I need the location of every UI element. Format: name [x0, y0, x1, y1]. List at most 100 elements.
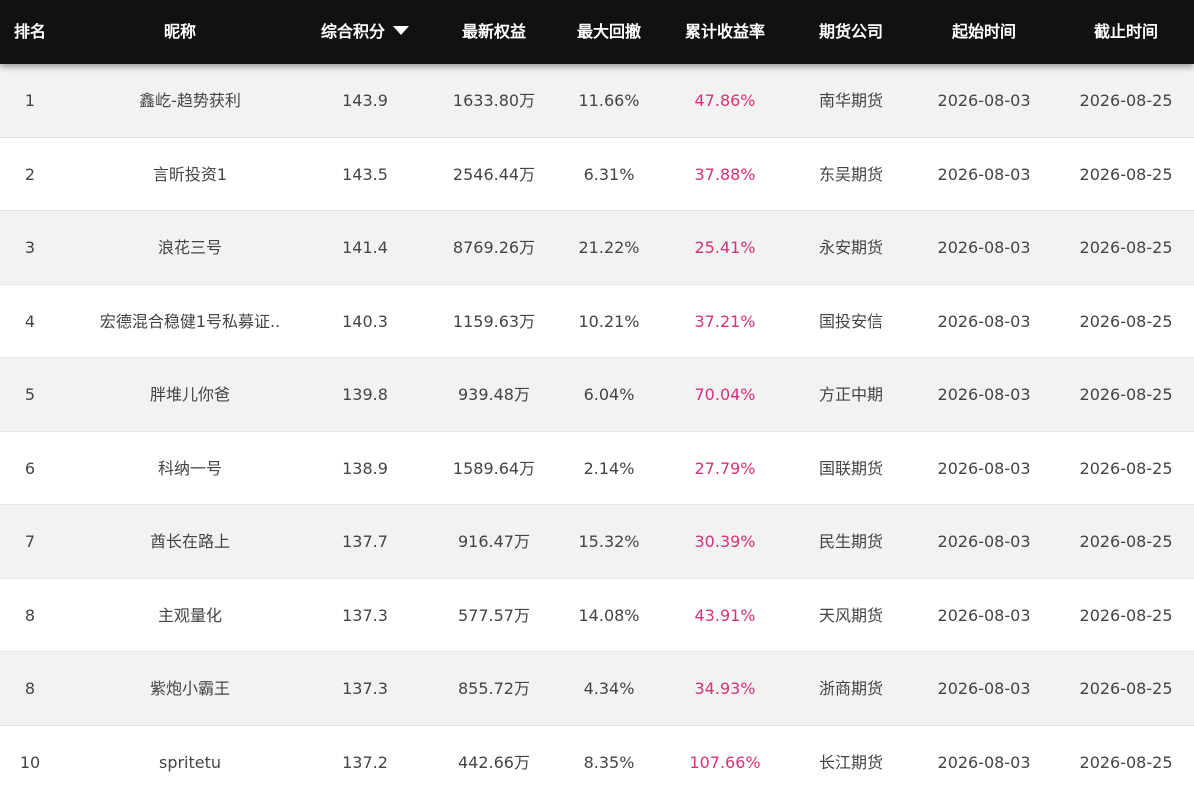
- cell-rank: 2: [24, 164, 36, 184]
- cell-end: 2026-08-25: [1079, 238, 1173, 257]
- cell-return: 25.41%: [694, 238, 756, 257]
- cell-start: 2026-08-03: [937, 385, 1031, 404]
- caret-down-icon[interactable]: [393, 26, 410, 35]
- cell-return: 30.39%: [694, 532, 756, 551]
- table-row[interactable]: 8 紫炮小霸王 137.3 855.72万 4.34% 34.93% 浙商期货 2026-08…: [0, 652, 1194, 726]
- header-nickname[interactable]: 昵称: [164, 0, 196, 64]
- cell-company: 天风期货: [818, 605, 884, 625]
- cell-end: 2026-08-25: [1079, 679, 1173, 698]
- table-row[interactable]: 5 胖堆儿你爸 139.8 939.48万 6.04% 70.04% 方正中期 2026-08…: [0, 358, 1194, 432]
- cell-score: 140.3: [342, 311, 388, 331]
- cell-nickname[interactable]: 主观量化: [158, 579, 222, 652]
- cell-rank: 7: [24, 532, 36, 551]
- cell-equity: 8769.26万: [452, 238, 536, 257]
- cell-drawdown: 4.34%: [583, 679, 635, 698]
- cell-equity: 1633.80万: [452, 91, 536, 110]
- cell-score: 143.9: [342, 91, 388, 110]
- header-drawdown[interactable]: 最大回撤: [577, 0, 641, 64]
- cell-nickname[interactable]: 言昕投资1: [153, 138, 227, 211]
- cell-return: 47.86%: [694, 91, 756, 110]
- cell-drawdown: 8.35%: [583, 752, 635, 772]
- cell-end: 2026-08-25: [1079, 752, 1173, 772]
- cell-score: 137.3: [342, 605, 388, 625]
- table-row[interactable]: 1 鑫屹-趋势获利 143.9 1633.80万 11.66% 47.86% 南华期货 202…: [0, 64, 1194, 138]
- ranking-table: 排名 昵称 综合积分 最新权益 最大回撤 累计收益率 期货公司 起始时间 截止时…: [0, 0, 1194, 794]
- cell-rank: 8: [24, 605, 36, 625]
- cell-nickname[interactable]: 酋长在路上: [150, 505, 230, 578]
- cell-company: 长江期货: [818, 752, 884, 772]
- cell-start: 2026-08-03: [937, 532, 1031, 551]
- table-row[interactable]: 6 科纳一号 138.9 1589.64万 2.14% 27.79% 国联期货 2026-08…: [0, 431, 1194, 505]
- cell-rank: 6: [24, 458, 36, 478]
- cell-start: 2026-08-03: [937, 605, 1031, 625]
- cell-company: 民生期货: [818, 532, 884, 551]
- cell-equity: 855.72万: [458, 679, 530, 698]
- header-return[interactable]: 累计收益率: [685, 0, 765, 64]
- cell-return: 34.93%: [694, 679, 756, 698]
- cell-end: 2026-08-25: [1079, 458, 1173, 478]
- header-start[interactable]: 起始时间: [952, 0, 1016, 64]
- cell-start: 2026-08-03: [937, 679, 1031, 698]
- cell-end: 2026-08-25: [1079, 605, 1173, 625]
- cell-nickname[interactable]: 科纳一号: [158, 432, 222, 505]
- cell-nickname[interactable]: 浪花三号: [158, 211, 222, 284]
- cell-start: 2026-08-03: [937, 458, 1031, 478]
- header-score-label: 综合积分: [320, 22, 386, 41]
- cell-score: 137.2: [342, 752, 388, 772]
- cell-nickname[interactable]: 宏德混合稳健1号私募证..: [100, 285, 280, 358]
- cell-company: 国联期货: [818, 458, 884, 478]
- cell-drawdown: 2.14%: [583, 458, 635, 478]
- cell-score: 139.8: [342, 385, 388, 404]
- table-row[interactable]: 10 spritetu 137.2 442.66万 8.35% 107.66% 长江期货 20…: [0, 725, 1194, 794]
- cell-drawdown: 10.21%: [578, 311, 640, 331]
- cell-end: 2026-08-25: [1079, 311, 1173, 331]
- cell-end: 2026-08-25: [1079, 532, 1173, 551]
- cell-return: 37.21%: [694, 311, 756, 331]
- header-equity[interactable]: 最新权益: [462, 0, 526, 64]
- cell-nickname[interactable]: 紫炮小霸王: [150, 652, 230, 725]
- cell-nickname[interactable]: 鑫屹-趋势获利: [139, 64, 241, 137]
- table-header: 排名 昵称 综合积分 最新权益 最大回撤 累计收益率 期货公司 起始时间 截止时…: [0, 0, 1194, 64]
- cell-score: 141.4: [342, 238, 388, 257]
- table-row[interactable]: 7 酋长在路上 137.7 916.47万 15.32% 30.39% 民生期货 2026-0…: [0, 505, 1194, 579]
- cell-end: 2026-08-25: [1079, 385, 1173, 404]
- cell-score: 137.3: [342, 679, 388, 698]
- table-row[interactable]: 3 浪花三号 141.4 8769.26万 21.22% 25.41% 永安期货 2026-0…: [0, 211, 1194, 285]
- cell-drawdown: 11.66%: [578, 91, 640, 110]
- cell-start: 2026-08-03: [937, 164, 1031, 184]
- cell-score: 143.5: [342, 164, 388, 184]
- cell-rank: 10: [19, 752, 41, 772]
- cell-equity: 1159.63万: [452, 311, 536, 331]
- cell-start: 2026-08-03: [937, 238, 1031, 257]
- header-score[interactable]: 综合积分: [320, 0, 410, 64]
- cell-equity: 442.66万: [458, 752, 530, 772]
- cell-end: 2026-08-25: [1079, 164, 1173, 184]
- table-row[interactable]: 8 主观量化 137.3 577.57万 14.08% 43.91% 天风期货 2026-08…: [0, 578, 1194, 652]
- cell-company: 浙商期货: [818, 679, 884, 698]
- cell-rank: 5: [24, 385, 36, 404]
- header-end[interactable]: 截止时间: [1094, 0, 1158, 64]
- cell-start: 2026-08-03: [937, 311, 1031, 331]
- cell-nickname[interactable]: 胖堆儿你爸: [150, 358, 230, 431]
- table-row[interactable]: 2 言昕投资1 143.5 2546.44万 6.31% 37.88% 东吴期货 2026-0…: [0, 137, 1194, 211]
- cell-company: 方正中期: [818, 385, 884, 404]
- table-body: 1 鑫屹-趋势获利 143.9 1633.80万 11.66% 47.86% 南华期货 202…: [0, 64, 1194, 794]
- cell-return: 37.88%: [694, 164, 756, 184]
- cell-equity: 1589.64万: [452, 458, 536, 478]
- cell-equity: 939.48万: [458, 385, 530, 404]
- header-company[interactable]: 期货公司: [819, 0, 883, 64]
- cell-start: 2026-08-03: [937, 91, 1031, 110]
- cell-drawdown: 6.31%: [583, 164, 635, 184]
- cell-return: 107.66%: [689, 752, 761, 772]
- cell-end: 2026-08-25: [1079, 91, 1173, 110]
- cell-score: 137.7: [342, 532, 388, 551]
- header-rank[interactable]: 排名: [14, 0, 46, 64]
- cell-rank: 3: [24, 238, 36, 257]
- cell-company: 国投安信: [818, 311, 884, 331]
- table-row[interactable]: 4 宏德混合稳健1号私募证.. 140.3 1159.63万 10.21% 37.21% 国…: [0, 284, 1194, 358]
- cell-rank: 1: [24, 91, 36, 110]
- cell-rank: 8: [24, 679, 36, 698]
- cell-drawdown: 15.32%: [578, 532, 640, 551]
- cell-equity: 577.57万: [458, 605, 530, 625]
- cell-nickname[interactable]: spritetu: [159, 726, 221, 794]
